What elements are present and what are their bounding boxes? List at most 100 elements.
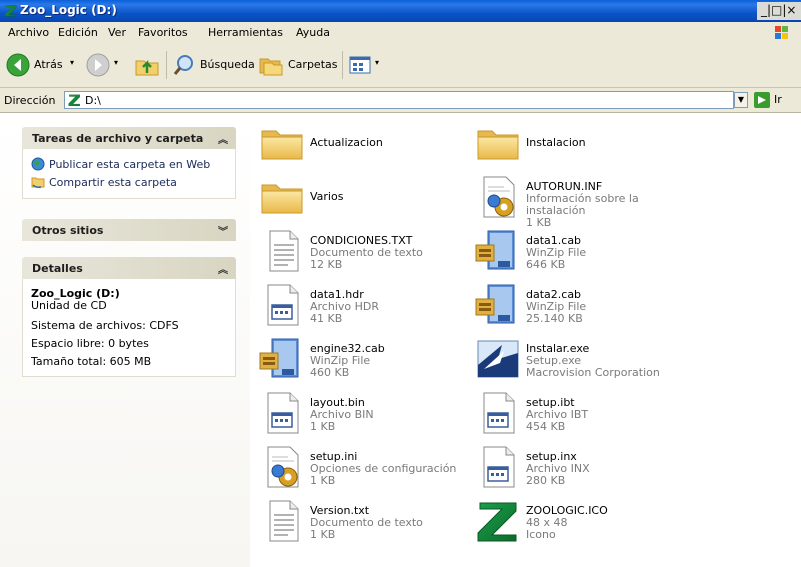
views-button[interactable]: ▾ xyxy=(348,52,388,78)
search-button[interactable]: Búsqueda xyxy=(172,52,255,78)
forward-button[interactable]: ▾ xyxy=(86,52,126,78)
collapse-chevron-icon[interactable]: ︽ xyxy=(218,261,228,276)
explorer-window: Zoo_Logic (D:) _|□|× Archivo Edición Ver… xyxy=(0,0,801,567)
address-dropdown-button[interactable]: ▼ xyxy=(734,92,748,108)
window-controls[interactable]: _|□|× xyxy=(757,2,801,20)
address-input[interactable]: D:\ xyxy=(64,91,734,109)
file-item[interactable]: data2.cab WinZip File 25.140 KB xyxy=(474,281,694,331)
file-tasks-panel: Tareas de archivo y carpeta ︽ Publicar e… xyxy=(22,127,236,199)
back-arrow-icon xyxy=(6,53,30,77)
file-name: Instalacion xyxy=(526,136,586,149)
other-places-header[interactable]: Otros sitios ︾ xyxy=(22,219,236,241)
file-item[interactable]: Instalacion xyxy=(474,119,694,169)
address-label: Dirección xyxy=(4,94,56,107)
details-title: Detalles xyxy=(32,262,83,275)
share-folder-icon xyxy=(31,177,45,188)
address-bar: Dirección D:\ ▼ Ir xyxy=(0,88,801,113)
toolbar: Atrás ▾ ▾ Búsqueda Carpetas ▾ xyxy=(0,43,801,88)
file-type: Información sobre la instalación xyxy=(526,192,639,217)
views-icon xyxy=(349,56,371,74)
up-folder-button[interactable] xyxy=(134,52,164,78)
folders-button[interactable]: Carpetas xyxy=(258,52,340,78)
file-tasks-header[interactable]: Tareas de archivo y carpeta ︽ xyxy=(22,127,236,149)
file-size: 25.140 KB xyxy=(526,312,583,325)
file-size: 12 KB xyxy=(310,258,343,271)
up-folder-icon xyxy=(135,59,159,76)
go-arrow-icon xyxy=(754,92,770,108)
file-name: Varios xyxy=(310,190,344,203)
file-item[interactable]: CONDICIONES.TXT Documento de texto 12 KB xyxy=(258,227,478,277)
winzip-icon xyxy=(474,227,522,275)
details-filesystem: Sistema de archivos: CDFS xyxy=(31,319,179,332)
folders-icon xyxy=(259,58,283,76)
details-free-space: Espacio libre: 0 bytes xyxy=(31,337,149,350)
file-item[interactable]: Version.txt Documento de texto 1 KB xyxy=(258,497,478,547)
toolbar-separator xyxy=(342,51,343,79)
file-size: 280 KB xyxy=(526,474,566,487)
folders-label: Carpetas xyxy=(288,58,338,71)
file-item[interactable]: AUTORUN.INF Información sobre la instalac… xyxy=(474,173,694,229)
file-size: Macrovision Corporation xyxy=(526,366,660,379)
menu-ayuda[interactable]: Ayuda xyxy=(296,26,330,39)
file-list: Actualizacion Instalacion Varios AUTORUN… xyxy=(258,113,801,567)
file-size: 460 KB xyxy=(310,366,350,379)
task-share-folder[interactable]: Compartir esta carpeta xyxy=(31,173,227,191)
file-item[interactable]: setup.ibt Archivo IBT 454 KB xyxy=(474,389,694,439)
address-value: D:\ xyxy=(85,94,101,107)
generic-file-icon xyxy=(258,389,306,437)
file-item[interactable]: layout.bin Archivo BIN 1 KB xyxy=(258,389,478,439)
toolbar-separator xyxy=(166,51,167,79)
back-dropdown-icon[interactable]: ▾ xyxy=(70,58,74,67)
title-bar[interactable]: Zoo_Logic (D:) _|□|× xyxy=(0,0,801,22)
installer-icon xyxy=(474,335,522,383)
details-header[interactable]: Detalles ︽ xyxy=(22,257,236,279)
file-item[interactable]: setup.ini Opciones de configuración 1 KB xyxy=(258,443,478,493)
file-tasks-title: Tareas de archivo y carpeta xyxy=(32,132,204,145)
content-area: Tareas de archivo y carpeta ︽ Publicar e… xyxy=(0,113,801,567)
menu-edicion[interactable]: Edición xyxy=(58,26,98,39)
window-title: Zoo_Logic (D:) xyxy=(20,3,117,17)
setup-info-icon xyxy=(474,173,522,221)
file-item[interactable]: engine32.cab WinZip File 460 KB xyxy=(258,335,478,385)
generic-file-icon xyxy=(474,389,522,437)
go-button[interactable]: Ir xyxy=(752,91,798,109)
file-item[interactable]: data1.cab WinZip File 646 KB xyxy=(474,227,694,277)
winzip-icon xyxy=(474,281,522,329)
menu-favoritos[interactable]: Favoritos xyxy=(138,26,188,39)
other-places-title: Otros sitios xyxy=(32,224,104,237)
menu-bar: Archivo Edición Ver Favoritos Herramient… xyxy=(0,22,801,44)
text-document-icon xyxy=(258,227,306,275)
search-label: Búsqueda xyxy=(200,58,255,71)
menu-herramientas[interactable]: Herramientas xyxy=(208,26,283,39)
task-label: Compartir esta carpeta xyxy=(49,176,177,189)
forward-dropdown-icon[interactable]: ▾ xyxy=(114,58,118,67)
file-item[interactable]: Actualizacion xyxy=(258,119,478,169)
file-size: 1 KB xyxy=(310,420,336,433)
file-size: 1 KB xyxy=(310,474,336,487)
task-publish-web[interactable]: Publicar esta carpeta en Web xyxy=(31,155,227,173)
details-panel: Detalles ︽ Zoo_Logic (D:) Unidad de CD S… xyxy=(22,257,236,377)
file-name: Actualizacion xyxy=(310,136,383,149)
other-places-panel: Otros sitios ︾ xyxy=(22,219,236,241)
expand-chevron-icon[interactable]: ︾ xyxy=(218,223,228,238)
file-item[interactable]: ZOOLOGIC.ICO 48 x 48 Icono xyxy=(474,497,694,547)
folder-icon xyxy=(474,119,522,167)
collapse-chevron-icon[interactable]: ︽ xyxy=(218,131,228,146)
task-pane: Tareas de archivo y carpeta ︽ Publicar e… xyxy=(0,113,250,567)
go-label: Ir xyxy=(774,93,782,106)
back-label: Atrás xyxy=(34,58,63,71)
menu-ver[interactable]: Ver xyxy=(108,26,126,39)
back-button[interactable]: Atrás ▾ xyxy=(6,52,82,78)
file-size: 454 KB xyxy=(526,420,566,433)
folder-icon xyxy=(258,119,306,167)
file-size: 1 KB xyxy=(310,528,336,541)
file-item[interactable]: data1.hdr Archivo HDR 41 KB xyxy=(258,281,478,331)
file-item[interactable]: setup.inx Archivo INX 280 KB xyxy=(474,443,694,493)
task-label: Publicar esta carpeta en Web xyxy=(49,158,211,171)
views-dropdown-icon[interactable]: ▾ xyxy=(375,58,379,67)
file-item[interactable]: Varios xyxy=(258,173,478,223)
file-tasks-body: Publicar esta carpeta en Web Compartir e… xyxy=(22,149,236,199)
zoologic-z-icon xyxy=(474,497,522,545)
menu-archivo[interactable]: Archivo xyxy=(8,26,49,39)
file-item[interactable]: Instalar.exe Setup.exe Macrovision Corpora… xyxy=(474,335,694,385)
